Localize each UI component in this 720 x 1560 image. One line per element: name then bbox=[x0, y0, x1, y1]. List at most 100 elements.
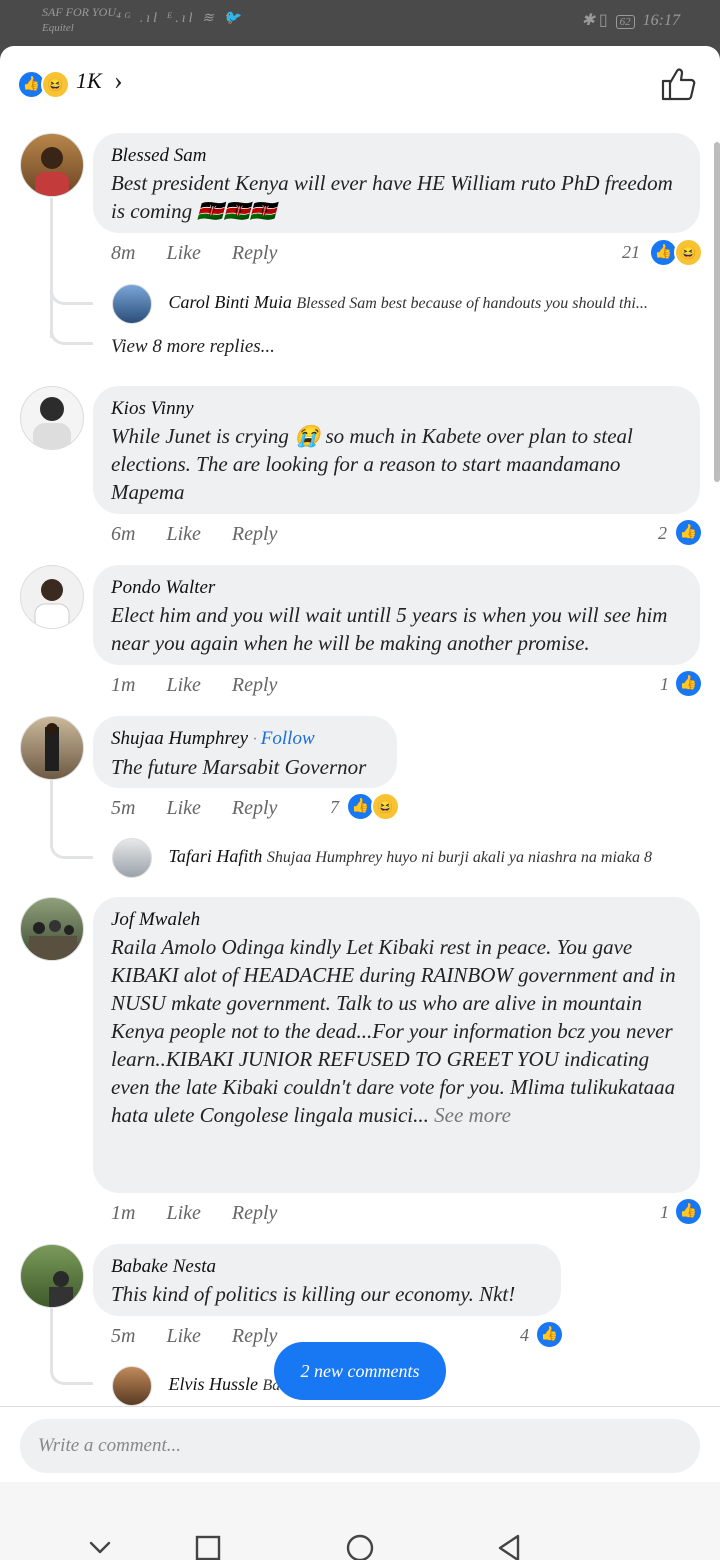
carrier-secondary: Equitel bbox=[42, 22, 74, 34]
scrollbar[interactable] bbox=[714, 142, 720, 482]
reply-avatar bbox=[112, 1366, 152, 1406]
reply-avatar bbox=[112, 838, 152, 878]
haha-reaction-icon: 😆 bbox=[674, 238, 703, 267]
comment-reaction-count[interactable]: 21 bbox=[622, 242, 640, 263]
reply-text: Shujaa Humphrey huyo ni burji akali ya n… bbox=[266, 849, 653, 867]
avatar[interactable] bbox=[20, 386, 84, 450]
vibrate-icon: ▯ bbox=[598, 12, 608, 29]
reply-text: Blessed Sam best because of handouts you… bbox=[296, 295, 648, 313]
reply-button[interactable]: Reply bbox=[232, 674, 278, 696]
comment-actions: 1m Like Reply bbox=[111, 674, 303, 697]
reply-preview[interactable]: Elvis Hussle Ba bbox=[112, 1366, 280, 1406]
comment-bubble[interactable]: Pondo Walter Elect him and you will wait… bbox=[93, 565, 700, 665]
comment-author[interactable]: Jof Mwaleh bbox=[111, 907, 682, 933]
comment-text: The future Marsabit Governor bbox=[111, 755, 367, 779]
reply-preview[interactable]: Carol Binti Muia Blessed Sam best becaus… bbox=[112, 284, 648, 324]
see-more-link[interactable]: See more bbox=[434, 1103, 511, 1127]
reply-button[interactable]: Reply bbox=[232, 1202, 278, 1224]
comment-reaction-count[interactable]: 2 bbox=[658, 523, 667, 544]
reply-button[interactable]: Reply bbox=[232, 797, 278, 819]
back-icon[interactable] bbox=[490, 1528, 530, 1560]
system-nav-bar bbox=[0, 1482, 720, 1560]
like-button[interactable]: Like bbox=[166, 1325, 200, 1347]
status-time: 16:17 bbox=[642, 12, 680, 29]
comment-reaction-count[interactable]: 1 bbox=[660, 674, 669, 695]
battery-icon: 62 bbox=[615, 15, 635, 29]
comment-time: 1m bbox=[111, 1202, 136, 1224]
comment-time: 6m bbox=[111, 523, 136, 545]
like-button[interactable]: Like bbox=[166, 242, 200, 264]
reply-author[interactable]: Carol Binti Muia bbox=[169, 292, 292, 312]
like-button[interactable]: Like bbox=[166, 1202, 200, 1224]
signal-icons: ⁴ᴳ .ıl ᴱ.ıl ≋ 🐦 bbox=[116, 11, 244, 26]
comment-text: Best president Kenya will ever have HE W… bbox=[111, 171, 673, 223]
comment-actions: 1m Like Reply bbox=[111, 1202, 303, 1225]
reply-preview[interactable]: Tafari Hafith Shujaa Humphrey huyo ni bu… bbox=[112, 838, 652, 878]
like-reaction-icon: 👍 bbox=[674, 518, 703, 547]
comment-reaction-count[interactable]: 4 bbox=[520, 1325, 529, 1346]
comment-bubble[interactable]: Kios Vinny While Junet is crying 😭 so mu… bbox=[93, 386, 700, 514]
comments-sheet: 👍 😆 1K › Blessed Sam Best president Keny… bbox=[0, 46, 720, 1560]
thread-branch bbox=[50, 1352, 93, 1385]
avatar[interactable] bbox=[20, 565, 84, 629]
reply-button[interactable]: Reply bbox=[232, 242, 278, 264]
comment-bubble[interactable]: Shujaa Humphrey · Follow The future Mars… bbox=[93, 716, 397, 788]
reply-author[interactable]: Tafari Hafith bbox=[169, 846, 263, 866]
thread-branch bbox=[50, 312, 93, 345]
comment-actions: 8m Like Reply bbox=[111, 242, 303, 265]
recent-apps-icon[interactable] bbox=[188, 1528, 228, 1560]
like-reaction-icon: 👍 bbox=[535, 1320, 564, 1349]
avatar[interactable] bbox=[20, 716, 84, 780]
avatar[interactable] bbox=[20, 133, 84, 197]
comment-author[interactable]: Kios Vinny bbox=[111, 396, 682, 422]
comment-time: 5m bbox=[111, 797, 136, 819]
reaction-icons[interactable]: 👍 😆 bbox=[17, 70, 73, 99]
reactions-header: 👍 😆 1K › bbox=[0, 46, 720, 126]
comment-time: 8m bbox=[111, 242, 136, 264]
comment-reaction-count[interactable]: 1 bbox=[660, 1202, 669, 1223]
carrier-name: SAF FOR YOU bbox=[42, 5, 116, 19]
home-icon[interactable] bbox=[340, 1528, 380, 1560]
reply-button[interactable]: Reply bbox=[232, 523, 278, 545]
thread-branch bbox=[50, 272, 93, 305]
like-button[interactable]: Like bbox=[166, 523, 200, 545]
comment-bubble[interactable]: Babake Nesta This kind of politics is ki… bbox=[93, 1244, 561, 1316]
carrier-info: SAF FOR YOU Equitel bbox=[42, 4, 116, 36]
comment-text: This kind of politics is killing our eco… bbox=[111, 1282, 516, 1306]
like-reaction-icon: 👍 bbox=[674, 1197, 703, 1226]
new-comments-button[interactable]: 2 new comments bbox=[274, 1342, 446, 1400]
view-more-replies-link[interactable]: View 8 more replies... bbox=[111, 336, 275, 358]
comment-time: 1m bbox=[111, 674, 136, 696]
thread-branch bbox=[50, 826, 93, 859]
like-button[interactable]: Like bbox=[166, 797, 200, 819]
chevron-down-icon[interactable] bbox=[80, 1528, 120, 1560]
haha-reaction-icon: 😆 bbox=[371, 792, 400, 821]
haha-reaction-icon: 😆 bbox=[41, 70, 70, 99]
comment-actions: 5m Like Reply bbox=[111, 797, 303, 820]
comment-text: While Junet is crying 😭 so much in Kabet… bbox=[111, 424, 633, 504]
reaction-count[interactable]: 1K bbox=[76, 68, 102, 94]
comment-actions: 6m Like Reply bbox=[111, 523, 303, 546]
comment-actions: 5m Like Reply bbox=[111, 1325, 303, 1348]
comment-bubble[interactable]: Blessed Sam Best president Kenya will ev… bbox=[93, 133, 700, 233]
avatar[interactable] bbox=[20, 1244, 84, 1308]
comment-text: Elect him and you will wait untill 5 yea… bbox=[111, 603, 668, 655]
like-outline-icon[interactable] bbox=[660, 66, 696, 102]
comment-bubble[interactable]: Jof Mwaleh Raila Amolo Odinga kindly Let… bbox=[93, 897, 700, 1193]
reply-author[interactable]: Elvis Hussle bbox=[169, 1374, 259, 1394]
comment-author[interactable]: Babake Nesta bbox=[111, 1254, 543, 1280]
follow-button[interactable]: Follow bbox=[261, 728, 315, 749]
comment-author[interactable]: Blessed Sam bbox=[111, 143, 682, 169]
like-button[interactable]: Like bbox=[166, 674, 200, 696]
avatar[interactable] bbox=[20, 897, 84, 961]
reply-avatar bbox=[112, 284, 152, 324]
comment-author[interactable]: Pondo Walter bbox=[111, 575, 682, 601]
comment-reaction-count[interactable]: 7 bbox=[330, 797, 339, 818]
comment-author-row: Shujaa Humphrey · Follow bbox=[111, 728, 315, 749]
bluetooth-icon: ✱ bbox=[581, 12, 595, 29]
status-right: ✱ ▯ 62 16:17 bbox=[581, 10, 680, 30]
comment-author[interactable]: Shujaa Humphrey bbox=[111, 728, 248, 749]
chevron-right-icon[interactable]: › bbox=[114, 66, 123, 96]
reply-button[interactable]: Reply bbox=[232, 1325, 278, 1347]
comment-input[interactable]: Write a comment... bbox=[20, 1419, 700, 1473]
